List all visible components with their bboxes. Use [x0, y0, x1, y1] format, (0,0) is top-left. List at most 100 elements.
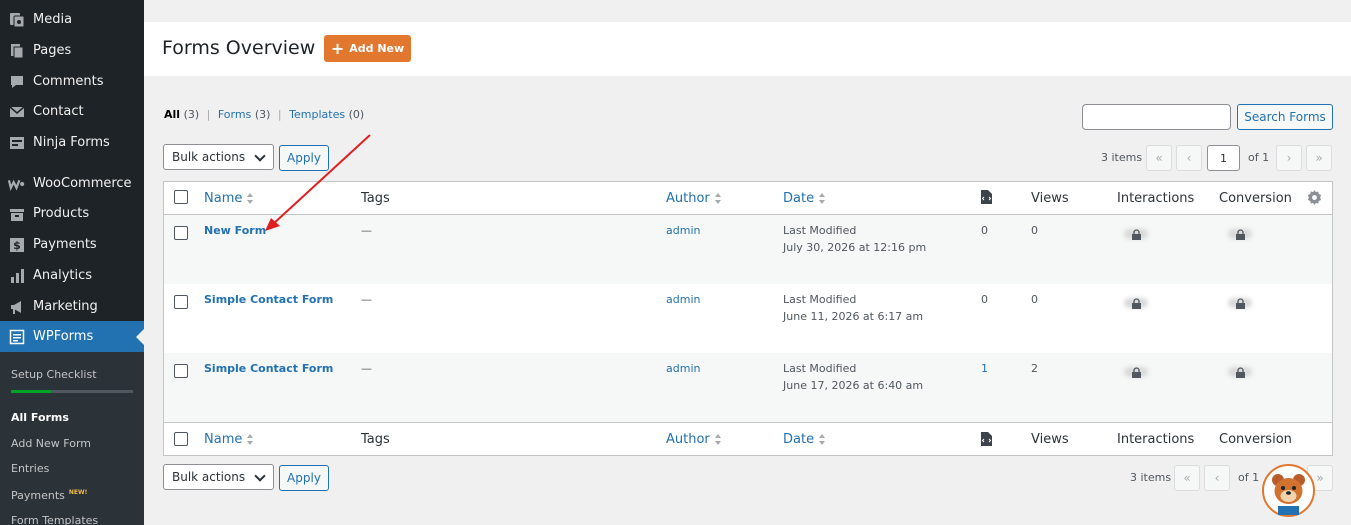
apply-button-bottom[interactable]: Apply [279, 465, 329, 491]
column-date-footer[interactable]: Date [783, 432, 826, 447]
sidebar-item-comments[interactable]: Comments [0, 66, 144, 97]
marketing-icon [8, 298, 25, 315]
row-checkbox[interactable] [174, 364, 188, 378]
wpforms-help-mascot[interactable] [1262, 464, 1315, 517]
submenu-all-forms[interactable]: All Forms [11, 411, 69, 424]
column-conversion: Conversion [1219, 191, 1292, 206]
column-conversion-footer: Conversion [1219, 432, 1292, 447]
sidebar-item-pages[interactable]: Pages [0, 35, 144, 66]
column-author-footer[interactable]: Author [666, 432, 722, 447]
column-date[interactable]: Date [783, 191, 826, 206]
sidebar-item-label: WooCommerce [33, 176, 132, 191]
column-name-footer[interactable]: Name [204, 432, 254, 447]
sidebar-item-marketing[interactable]: Marketing [0, 291, 144, 322]
sort-icon [819, 193, 826, 204]
column-views-footer: Views [1031, 432, 1069, 447]
column-date-label: Date [783, 191, 815, 206]
form-views: 0 [1031, 293, 1038, 306]
sidebar-item-ninja-forms[interactable]: Ninja Forms [0, 127, 144, 158]
last-page-button[interactable]: » [1306, 145, 1332, 171]
select-all-checkbox[interactable] [174, 190, 188, 204]
filter-forms-count: (3) [254, 108, 271, 121]
lock-icon [1228, 296, 1252, 310]
first-page-button[interactable]: « [1146, 145, 1172, 171]
sidebar-item-payments[interactable]: $ Payments [0, 229, 144, 260]
sidebar-item-label: Media [33, 12, 73, 27]
sidebar-item-label: WPForms [33, 329, 94, 344]
admin-sidebar: Media Pages Comments Contact Ninja Forms… [0, 0, 144, 525]
form-author[interactable]: admin [666, 224, 700, 237]
form-views: 0 [1031, 224, 1038, 237]
next-page-button[interactable]: › [1276, 145, 1302, 171]
sidebar-item-label: Comments [33, 74, 104, 89]
sidebar-item-products[interactable]: Products [0, 198, 144, 229]
svg-text:$: $ [13, 239, 21, 252]
submenu-payments-label: Payments [11, 489, 65, 502]
prev-page-button-bottom[interactable]: ‹ [1204, 465, 1230, 491]
form-date: Last Modified July 30, 2026 at 12:16 pm [783, 224, 926, 254]
table-row: Simple Contact Form — admin Last Modifie… [164, 353, 1332, 422]
products-icon [8, 205, 25, 222]
sidebar-item-label: Products [33, 206, 90, 221]
row-checkbox[interactable] [174, 295, 188, 309]
items-count-bottom: 3 items [1130, 471, 1172, 484]
search-input[interactable] [1082, 104, 1231, 130]
lock-icon [1124, 227, 1148, 241]
bulk-actions-label: Bulk actions [172, 150, 246, 164]
current-page-input[interactable]: 1 [1207, 145, 1240, 171]
column-author-label: Author [666, 191, 710, 206]
filter-templates[interactable]: Templates [289, 108, 345, 121]
form-title-link[interactable]: Simple Contact Form [204, 293, 333, 306]
form-title-link[interactable]: New Form [204, 224, 266, 237]
column-name[interactable]: Name [204, 191, 254, 206]
column-tags-footer: Tags [361, 432, 390, 447]
submenu-add-new-form[interactable]: Add New Form [11, 437, 91, 450]
prev-page-button[interactable]: ‹ [1176, 145, 1202, 171]
column-author[interactable]: Author [666, 191, 722, 206]
column-tags: Tags [361, 191, 390, 206]
filter-all[interactable]: All [164, 108, 180, 121]
apply-button-top[interactable]: Apply [279, 145, 329, 171]
payments-icon: $ [8, 236, 25, 253]
date-label: Last Modified [783, 224, 857, 237]
page-total-bottom: of 1 [1238, 471, 1260, 484]
table-row: Simple Contact Form — admin Last Modifie… [164, 284, 1332, 353]
sidebar-item-wpforms[interactable]: WPForms [0, 321, 144, 352]
lock-icon [1228, 227, 1252, 241]
submenu-payments[interactable]: Payments NEW! [11, 489, 87, 502]
sort-icon [714, 434, 722, 445]
sidebar-item-contact[interactable]: Contact [0, 96, 144, 127]
form-author[interactable]: admin [666, 293, 700, 306]
submenu-setup-checklist[interactable]: Setup Checklist [11, 368, 97, 381]
bulk-actions-select-top[interactable]: Bulk actions [163, 144, 274, 170]
first-page-button-bottom[interactable]: « [1174, 465, 1200, 491]
submenu-entries[interactable]: Entries [11, 462, 49, 475]
search-forms-button[interactable]: Search Forms [1237, 104, 1333, 130]
plus-icon: + [330, 38, 345, 58]
form-author[interactable]: admin [666, 362, 700, 375]
row-checkbox[interactable] [174, 226, 188, 240]
form-date: Last Modified June 11, 2026 at 6:17 am [783, 293, 923, 323]
contact-icon [8, 103, 25, 120]
entries-column-icon [981, 190, 992, 208]
form-entries-link[interactable]: 1 [981, 362, 988, 375]
comments-icon [8, 73, 25, 90]
lock-icon [1228, 365, 1252, 379]
sidebar-item-label: Payments [33, 237, 97, 252]
new-badge: NEW! [68, 489, 88, 496]
sidebar-item-woocommerce[interactable]: WooCommerce [0, 168, 144, 199]
submenu-form-templates[interactable]: Form Templates [11, 514, 98, 525]
add-new-label: Add New [349, 42, 405, 55]
lock-icon [1124, 365, 1148, 379]
select-all-checkbox-bottom[interactable] [174, 432, 188, 446]
add-new-button[interactable]: + Add New [324, 35, 411, 62]
gear-icon[interactable] [1307, 190, 1322, 209]
date-value: June 17, 2026 at 6:40 am [783, 379, 924, 392]
form-title-link[interactable]: Simple Contact Form [204, 362, 333, 375]
page-total: of 1 [1248, 151, 1270, 164]
filter-forms[interactable]: Forms [218, 108, 251, 121]
sidebar-item-analytics[interactable]: Analytics [0, 260, 144, 291]
bulk-actions-select-bottom[interactable]: Bulk actions [163, 464, 274, 490]
sidebar-item-media[interactable]: Media [0, 4, 144, 35]
entries-column-icon [981, 432, 992, 450]
